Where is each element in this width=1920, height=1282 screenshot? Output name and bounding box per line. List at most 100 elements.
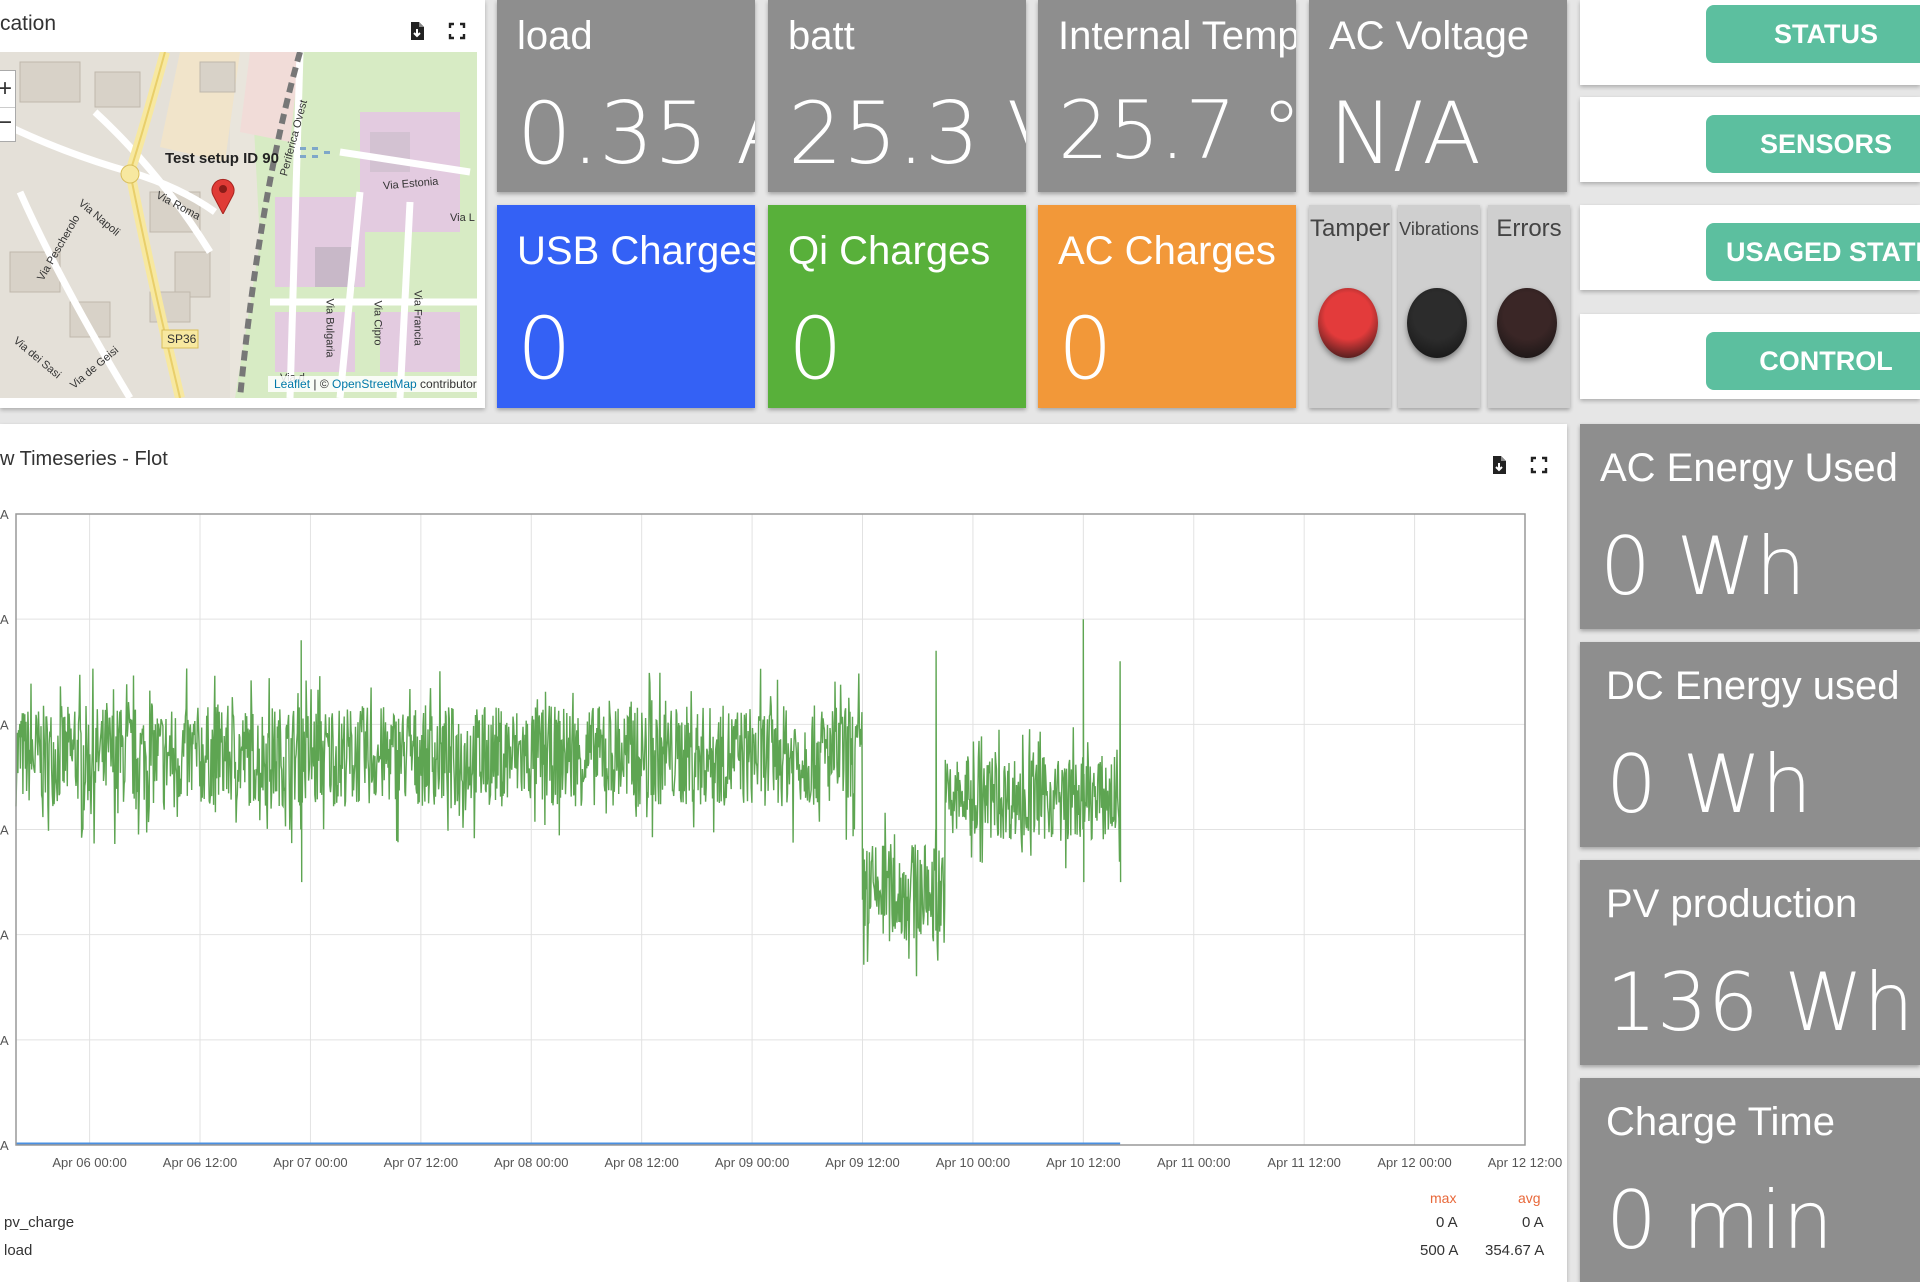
x-tick-label-0: Apr 06 00:00 [52, 1155, 126, 1170]
ac-voltage-tile: AC Voltage N/A [1309, 0, 1567, 192]
y-tick-label-2: A [0, 928, 9, 943]
legend-avg-pv-charge: 0 A [1522, 1214, 1544, 1231]
street-label-cipro: Via Cipro [371, 300, 384, 346]
load-timeseries-chart[interactable]: A A A A A A A Apr 06 00:00 Apr 06 12:00 Apr 07 0… [0, 424, 1567, 1184]
map-view[interactable]: + − Test setup ID 90 Via Estonia Via Rom… [0, 52, 477, 398]
zoom-out-button[interactable]: − [0, 107, 15, 142]
y-tick-label-6: A [0, 507, 9, 522]
vibrations-led-icon [1407, 288, 1467, 358]
vibrations-indicator: Vibrations [1398, 205, 1480, 408]
vibrations-label: Vibrations [1399, 219, 1479, 239]
ac-charges-value: 0 [1058, 299, 1113, 399]
y-tick-label-3: A [0, 823, 9, 838]
ac-energy-value: 0 Wh [1600, 520, 1807, 613]
legend-max-header: max [1430, 1190, 1457, 1206]
qi-charges-label: Qi Charges [788, 229, 991, 273]
charge-time-label: Charge Time [1606, 1100, 1835, 1144]
x-tick-label-11: Apr 11 12:00 [1267, 1155, 1340, 1170]
legend-row-pv-charge[interactable]: pv_charge 0 A 0 A [0, 1214, 1567, 1238]
errors-led-icon [1497, 288, 1557, 358]
ac-charges-tile: AC Charges 0 [1038, 205, 1296, 408]
load-value: 0.35 A [517, 84, 755, 184]
tamper-indicator: Tamper [1309, 205, 1391, 408]
qi-charges-tile: Qi Charges 0 [768, 205, 1026, 408]
batt-tile: batt 25.3 V [768, 0, 1026, 192]
control-button[interactable]: CONTROL [1706, 332, 1920, 390]
pv-production-value: 136 Wh [1606, 956, 1914, 1049]
fullscreen-icon[interactable] [446, 20, 468, 42]
leaflet-link[interactable]: Leaflet [274, 377, 310, 391]
internal-temp-tile: Internal Temp 25.7 °C [1038, 0, 1296, 192]
zoom-control: + − [0, 70, 16, 142]
marker-label: Test setup ID 90 [165, 150, 279, 167]
street-label-bulgaria: Via Bulgaria [323, 298, 336, 358]
load-label: load [517, 14, 593, 58]
x-tick-label-9: Apr 10 12:00 [1046, 1155, 1120, 1170]
legend-max-load: 500 A [1420, 1242, 1459, 1259]
sensors-button[interactable]: SENSORS [1706, 115, 1920, 173]
pv-production-tile: PV production 136 Wh [1580, 860, 1920, 1065]
y-tick-label-0: A [0, 1138, 9, 1153]
x-tick-label-6: Apr 09 00:00 [715, 1155, 789, 1170]
x-tick-label-8: Apr 10 00:00 [936, 1155, 1010, 1170]
x-tick-label-2: Apr 07 00:00 [273, 1155, 347, 1170]
x-tick-label-13: Apr 12 12:00 [1488, 1155, 1562, 1170]
dc-energy-tile: DC Energy used 0 Wh [1580, 642, 1920, 847]
ac-energy-label: AC Energy Used [1600, 446, 1898, 490]
usb-charges-tile: USB Charges 0 [497, 205, 755, 408]
nav-row-control: CONTROL [1580, 314, 1920, 399]
usb-charges-label: USB Charges [517, 229, 755, 273]
timeseries-card: w Timeseries - Flot AAAAAAA Apr 06 00:00… [0, 424, 1567, 1282]
road-label-sp36: SP36 [167, 332, 197, 346]
x-tick-label-10: Apr 11 00:00 [1157, 1155, 1230, 1170]
usage-statistics-button[interactable]: USAGED STATISTICS [1706, 223, 1920, 281]
x-axis-ticks: Apr 06 00:00 Apr 06 12:00 Apr 07 00:00 Apr … [52, 1155, 1562, 1170]
pv-production-label: PV production [1606, 882, 1858, 926]
x-tick-label-12: Apr 12 00:00 [1377, 1155, 1451, 1170]
y-tick-label-1: A [0, 1033, 9, 1048]
attribution-suffix: contributors [416, 377, 477, 391]
nav-row-status: STATUS [1580, 0, 1920, 85]
street-label-l: Via L [450, 212, 475, 224]
errors-label: Errors [1496, 215, 1562, 242]
x-tick-label-5: Apr 08 12:00 [604, 1155, 678, 1170]
map-attribution: Leaflet | © OpenStreetMap contributors [268, 376, 477, 392]
map-card-title: cation [0, 12, 57, 35]
dc-energy-label: DC Energy used [1606, 664, 1900, 708]
chart-grid [16, 513, 1526, 1146]
osm-link[interactable]: OpenStreetMap [332, 377, 417, 391]
attribution-separator: | © [310, 377, 332, 391]
map-card: cation + − Test setup ID 90 Via Estonia … [0, 0, 485, 408]
tamper-led-icon [1318, 288, 1378, 358]
batt-label: batt [788, 14, 855, 58]
errors-indicator: Errors [1488, 205, 1570, 408]
charge-time-tile: Charge Time 0 min [1580, 1078, 1920, 1282]
y-tick-label-5: A [0, 612, 9, 627]
legend-name-pv-charge: pv_charge [4, 1214, 75, 1231]
legend-row-load[interactable]: load 500 A 354.67 A [0, 1242, 1567, 1266]
legend-avg-load: 354.67 A [1485, 1242, 1545, 1259]
x-tick-label-7: Apr 09 12:00 [825, 1155, 899, 1170]
legend-max-pv-charge: 0 A [1436, 1214, 1458, 1231]
ac-voltage-value: N/A [1329, 84, 1482, 184]
x-tick-label-1: Apr 06 12:00 [163, 1155, 237, 1170]
street-label-francia: Via Francia [411, 290, 424, 346]
usb-charges-value: 0 [517, 299, 572, 399]
series-line-load [15, 619, 1122, 977]
zoom-in-button[interactable]: + [0, 71, 15, 107]
internal-temp-label: Internal Temp [1058, 14, 1296, 58]
batt-value: 25.3 V [788, 84, 1026, 184]
map-pin-icon[interactable] [210, 176, 236, 214]
tamper-label: Tamper [1309, 215, 1391, 242]
load-tile: load 0.35 A [497, 0, 755, 192]
charge-time-value: 0 min [1606, 1174, 1834, 1267]
ac-charges-label: AC Charges [1058, 229, 1276, 273]
y-axis-ticks: A A A A A A A [0, 507, 9, 1153]
export-icon[interactable] [406, 20, 428, 42]
qi-charges-value: 0 [788, 299, 843, 399]
nav-row-sensors: SENSORS [1580, 97, 1920, 182]
status-button[interactable]: STATUS [1706, 5, 1920, 63]
legend-name-load: load [4, 1242, 33, 1259]
y-tick-label-4: A [0, 717, 9, 732]
ac-energy-tile: AC Energy Used 0 Wh [1580, 424, 1920, 629]
